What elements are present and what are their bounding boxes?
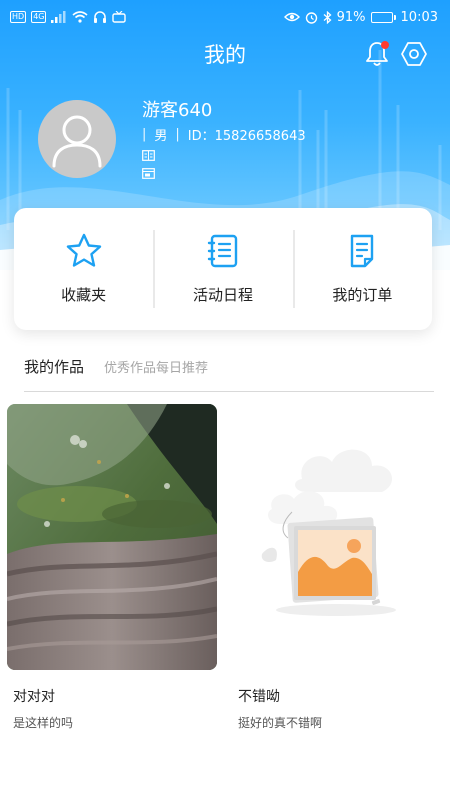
title-bar: 我的: [0, 34, 450, 74]
schedule-icon: [207, 234, 238, 268]
network-badge: 4G: [31, 11, 47, 23]
hexagon-settings-icon: [401, 42, 427, 66]
work-title: 对对对: [13, 689, 55, 705]
user-info: | 男 | ID：15826658643: [142, 125, 306, 144]
gender-label: 男: [154, 129, 168, 144]
orders-button[interactable]: 我的订单: [292, 208, 432, 330]
tv-icon: [112, 11, 127, 23]
status-bar-right: 91% 10:03: [283, 9, 438, 25]
work-title: 不错呦: [238, 689, 280, 705]
orders-label: 我的订单: [332, 286, 393, 304]
book-icon: [142, 150, 155, 161]
avatar[interactable]: [38, 100, 116, 178]
headset-icon: [94, 10, 107, 23]
info-separator: |: [142, 127, 147, 142]
user-id: ID：15826658643: [187, 129, 306, 144]
quick-actions-card: 收藏夹 活动日程 我的订单: [14, 208, 432, 330]
image-placeholder-icon: [232, 404, 442, 670]
nature-photo: [7, 404, 217, 670]
star-icon: [66, 233, 101, 267]
document-icon: [142, 168, 155, 179]
eye-icon: [283, 12, 300, 22]
hd-badge: HD: [10, 11, 27, 23]
favorites-button[interactable]: 收藏夹: [14, 208, 153, 330]
status-bar: HD 4G 91% 10:03: [0, 0, 450, 34]
order-icon: [351, 234, 374, 268]
username: 游客640: [142, 100, 213, 121]
status-bar-left: HD 4G: [10, 10, 127, 24]
info-separator: |: [175, 127, 180, 142]
settings-button[interactable]: [400, 40, 428, 68]
notification-button[interactable]: [364, 40, 390, 68]
schedule-button[interactable]: 活动日程: [153, 208, 292, 330]
works-title: 我的作品: [24, 358, 85, 376]
battery-icon: [370, 11, 396, 23]
wifi-icon: [72, 11, 89, 23]
work-thumbnail[interactable]: [7, 404, 217, 670]
clock: 10:03: [400, 9, 438, 25]
user-icon: [52, 115, 102, 168]
battery-percent: 91%: [336, 9, 366, 25]
notification-dot: [381, 41, 389, 49]
signal-icon: [51, 11, 66, 23]
work-item[interactable]: 不错呦 挺好的真不错啊: [232, 404, 442, 730]
alarm-icon: [305, 11, 317, 24]
work-item[interactable]: 对对对 是这样的吗: [7, 404, 217, 730]
works-header: 我的作品 优秀作品每日推荐: [24, 356, 434, 392]
works-subtitle: 优秀作品每日推荐: [104, 361, 209, 376]
schedule-label: 活动日程: [192, 286, 253, 304]
work-thumbnail[interactable]: [232, 404, 442, 670]
work-description: 挺好的真不错啊: [238, 716, 323, 730]
favorites-label: 收藏夹: [61, 286, 107, 304]
work-description: 是这样的吗: [13, 716, 74, 730]
bluetooth-icon: [323, 10, 332, 24]
